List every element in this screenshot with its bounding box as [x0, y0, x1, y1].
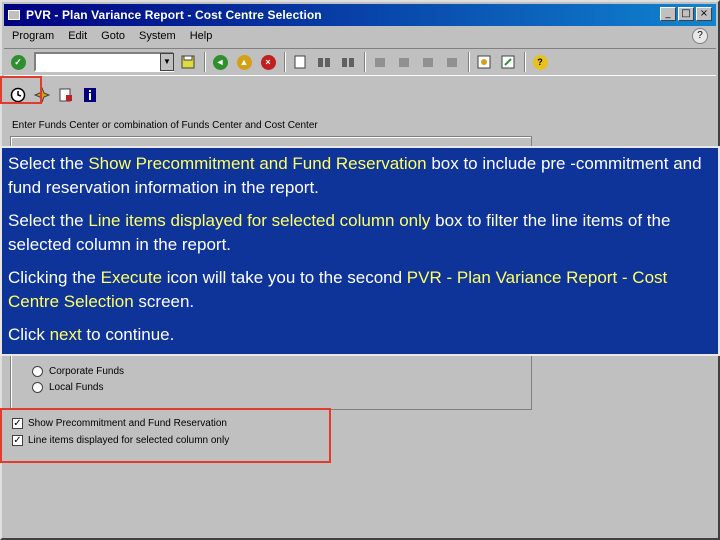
info-icon	[84, 88, 96, 102]
instruction-4: Click next to continue.	[8, 325, 175, 344]
binoculars-next-icon	[342, 58, 354, 67]
toolbar-separator	[524, 52, 526, 72]
next-page-icon	[423, 58, 433, 67]
toolbar-separator	[364, 52, 366, 72]
instruction-1: Select the Show Precommitment and Fund R…	[8, 154, 702, 197]
cancel-icon: ×	[260, 54, 276, 70]
find-button[interactable]	[314, 52, 334, 72]
menu-help[interactable]: Help	[190, 30, 213, 42]
back-button[interactable]: ◄	[210, 52, 230, 72]
title-bar: PVR - Plan Variance Report - Cost Centre…	[4, 4, 716, 26]
save-button[interactable]	[178, 52, 198, 72]
create-session-button[interactable]	[474, 52, 494, 72]
info-button[interactable]	[80, 85, 100, 105]
create-session-icon	[477, 55, 491, 69]
window-help-icon[interactable]: ?	[692, 28, 708, 44]
toolbar-separator	[204, 52, 206, 72]
question-icon: ?	[532, 54, 548, 70]
instruction-3: Clicking the Execute icon will take you …	[8, 268, 668, 311]
radio-label: Corporate Funds	[49, 366, 125, 377]
back-icon: ◄	[212, 54, 228, 70]
cancel-button[interactable]: ×	[258, 52, 278, 72]
last-page-button[interactable]	[442, 52, 462, 72]
radio-label: Local Funds	[49, 382, 104, 393]
first-page-button[interactable]	[370, 52, 390, 72]
window-title: PVR - Plan Variance Report - Cost Centre…	[26, 8, 322, 22]
menu-edit[interactable]: Edit	[68, 30, 87, 42]
find-next-button[interactable]	[338, 52, 358, 72]
application-toolbar	[4, 80, 716, 110]
next-page-button[interactable]	[418, 52, 438, 72]
exit-icon: ▲	[236, 54, 252, 70]
radio-corporate-funds[interactable]: Corporate Funds	[32, 366, 124, 377]
radio-button[interactable]	[32, 382, 43, 393]
command-dropdown-button[interactable]: ▼	[160, 53, 174, 71]
print-icon	[294, 55, 306, 69]
instruction-panel: Select the Show Precommitment and Fund R…	[0, 146, 720, 356]
menu-system[interactable]: System	[139, 30, 176, 42]
last-page-icon	[447, 58, 457, 67]
radio-local-funds[interactable]: Local Funds	[32, 382, 103, 393]
previous-page-button[interactable]	[394, 52, 414, 72]
next-link[interactable]: next	[50, 325, 82, 344]
help-button[interactable]: ?	[530, 52, 550, 72]
first-page-icon	[375, 58, 385, 67]
previous-page-icon	[399, 58, 409, 67]
toolbar-separator	[468, 52, 470, 72]
execute-highlight-box	[0, 76, 42, 104]
binoculars-icon	[318, 58, 330, 67]
instruction-2: Select the Line items displayed for sele…	[8, 211, 671, 254]
delete-icon	[59, 88, 72, 102]
exit-button[interactable]: ▲	[234, 52, 254, 72]
system-menu-icon[interactable]	[8, 10, 20, 20]
checkbox-highlight-box	[0, 408, 331, 463]
radio-button[interactable]	[32, 366, 43, 377]
delete-variant-button[interactable]	[56, 85, 76, 105]
standard-toolbar: ✓ ▼ ◄ ▲ × ?	[4, 48, 716, 76]
maximize-button[interactable]: □	[678, 7, 694, 21]
save-icon	[181, 55, 195, 69]
menu-program[interactable]: Program	[12, 30, 54, 42]
check-icon: ✓	[10, 54, 26, 70]
window-controls: _ □ ×	[660, 7, 712, 21]
minimize-button[interactable]: _	[660, 7, 676, 21]
menu-goto[interactable]: Goto	[101, 30, 125, 42]
command-field[interactable]	[34, 52, 174, 72]
close-button[interactable]: ×	[696, 7, 712, 21]
print-button[interactable]	[290, 52, 310, 72]
enter-button[interactable]: ✓	[8, 52, 28, 72]
section-label: Enter Funds Center or combination of Fun…	[12, 120, 318, 131]
shortcut-icon	[501, 55, 515, 69]
shortcut-button[interactable]	[498, 52, 518, 72]
toolbar-separator	[284, 52, 286, 72]
menu-bar: Program Edit Goto System Help ?	[4, 26, 716, 46]
